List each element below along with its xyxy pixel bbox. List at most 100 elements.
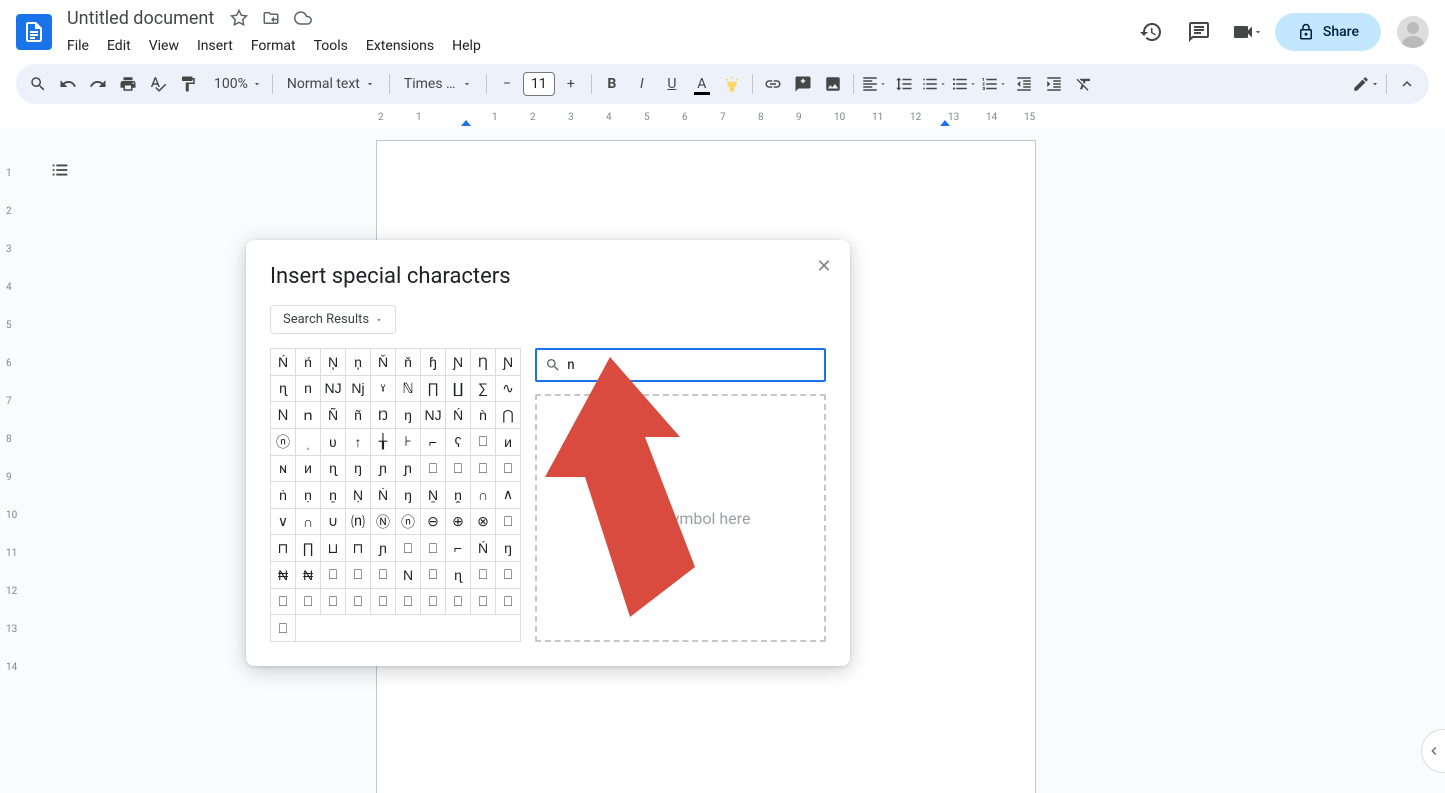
char-cell[interactable]: Ṇ xyxy=(346,482,371,509)
char-cell[interactable]: ⊓ xyxy=(271,535,296,562)
char-cell[interactable]: ņ xyxy=(346,349,371,376)
char-cell[interactable]: Ν xyxy=(396,562,421,589)
category-dropdown[interactable]: Search Results xyxy=(270,305,396,334)
char-cell[interactable]: ∐ xyxy=(446,375,471,402)
char-cell[interactable]: Ṉ xyxy=(421,482,446,509)
char-cell[interactable]: ⎕ xyxy=(471,428,496,455)
char-cell[interactable]: ⎕ xyxy=(496,508,521,535)
decrease-font-button[interactable]: − xyxy=(493,70,521,98)
ruler-vertical[interactable]: 1234567891011121314 xyxy=(4,128,20,793)
history-icon[interactable] xyxy=(1131,12,1171,52)
char-cell[interactable]: ŋ xyxy=(496,535,521,562)
highlight-button[interactable] xyxy=(718,70,746,98)
char-cell[interactable]: ⎕ xyxy=(321,562,346,589)
redo-button[interactable] xyxy=(84,70,112,98)
char-cell[interactable]: Ń xyxy=(271,349,296,376)
char-cell[interactable]: Ŋ xyxy=(371,402,396,429)
menu-extensions[interactable]: Extensions xyxy=(359,34,441,58)
char-cell[interactable]: Ɲ xyxy=(446,349,471,376)
styles-dropdown[interactable]: Normal text xyxy=(279,70,383,98)
search-field[interactable] xyxy=(567,358,816,373)
star-icon[interactable] xyxy=(225,4,253,32)
outline-button[interactable] xyxy=(42,152,78,188)
char-cell[interactable]: ⌐ xyxy=(446,535,471,562)
undo-button[interactable] xyxy=(54,70,82,98)
text-color-button[interactable]: A xyxy=(688,70,716,98)
docs-logo[interactable] xyxy=(16,14,52,50)
char-cell[interactable]: ⎕ xyxy=(396,535,421,562)
collapse-toolbar-button[interactable] xyxy=(1393,70,1421,98)
char-cell[interactable]: ǋ xyxy=(346,375,371,402)
char-cell[interactable]: ɳ xyxy=(446,562,471,589)
char-cell[interactable]: ɳ xyxy=(271,375,296,402)
char-cell[interactable]: Ņ xyxy=(321,349,346,376)
char-cell[interactable]: ⎕ xyxy=(421,455,446,482)
menu-tools[interactable]: Tools xyxy=(307,34,355,58)
menu-format[interactable]: Format xyxy=(244,34,303,58)
add-comment-button[interactable] xyxy=(789,70,817,98)
char-cell[interactable]: ɴ xyxy=(271,455,296,482)
char-cell[interactable]: ⎕ xyxy=(271,588,296,615)
numbered-list-button[interactable] xyxy=(980,70,1008,98)
menu-edit[interactable]: Edit xyxy=(100,34,138,58)
italic-button[interactable]: I xyxy=(628,70,656,98)
char-cell[interactable]: ⎕ xyxy=(421,562,446,589)
share-button[interactable]: Share xyxy=(1275,13,1381,51)
char-cell[interactable]: ⎕ xyxy=(446,455,471,482)
char-cell[interactable]: Ň xyxy=(371,349,396,376)
char-cell[interactable]: ⎕ xyxy=(496,588,521,615)
char-cell[interactable]: ŋ xyxy=(396,482,421,509)
menu-file[interactable]: File xyxy=(60,34,96,58)
editing-mode-button[interactable] xyxy=(1352,70,1380,98)
char-cell[interactable]: ɲ xyxy=(396,455,421,482)
comments-icon[interactable] xyxy=(1179,12,1219,52)
char-cell[interactable]: ↑ xyxy=(346,428,371,455)
char-cell[interactable]: ṅ xyxy=(271,482,296,509)
char-cell[interactable]: ∩ xyxy=(471,482,496,509)
char-cell[interactable]: ∏ xyxy=(421,375,446,402)
char-cell[interactable]: ǹ xyxy=(471,402,496,429)
align-button[interactable] xyxy=(860,70,888,98)
char-cell[interactable]: Ń xyxy=(471,535,496,562)
char-cell[interactable]: ⎕ xyxy=(296,588,321,615)
char-cell[interactable]: ṋ xyxy=(446,482,471,509)
increase-indent-button[interactable] xyxy=(1040,70,1068,98)
spellcheck-button[interactable] xyxy=(144,70,172,98)
bold-button[interactable]: B xyxy=(598,70,626,98)
char-cell[interactable]: и xyxy=(496,428,521,455)
zoom-dropdown[interactable]: 100% xyxy=(204,70,266,98)
char-cell[interactable]: ⋂ xyxy=(496,402,521,429)
char-cell[interactable]: ∧ xyxy=(496,482,521,509)
char-cell[interactable]: ṇ xyxy=(296,482,321,509)
char-cell[interactable]: ñ xyxy=(346,402,371,429)
char-cell[interactable]: Ñ xyxy=(321,402,346,429)
char-cell[interactable]: ň xyxy=(396,349,421,376)
char-cell[interactable]: ⎕ xyxy=(471,455,496,482)
char-cell[interactable]: ｎ xyxy=(296,402,321,429)
char-cell[interactable]: ⎕ xyxy=(396,588,421,615)
char-cell[interactable]: ₦ xyxy=(271,562,296,589)
close-icon[interactable]: ✕ xyxy=(812,254,836,278)
char-cell[interactable]: ʋ xyxy=(321,428,346,455)
search-input[interactable] xyxy=(535,348,826,382)
char-cell[interactable]: ⊗ xyxy=(471,508,496,535)
char-cell[interactable]: ʕ xyxy=(446,428,471,455)
paint-format-button[interactable] xyxy=(174,70,202,98)
char-cell[interactable]: n xyxy=(296,375,321,402)
char-cell[interactable]: ∪ xyxy=(321,508,346,535)
insert-image-button[interactable] xyxy=(819,70,847,98)
char-cell[interactable]: ⌐ xyxy=(421,428,446,455)
char-cell[interactable]: ∩ xyxy=(296,508,321,535)
char-cell[interactable]: Ń xyxy=(446,402,471,429)
char-cell[interactable]: ɧ xyxy=(421,349,446,376)
char-cell[interactable]: Ǌ xyxy=(421,402,446,429)
char-cell[interactable]: ⎕ xyxy=(446,588,471,615)
char-cell[interactable]: ⊔ xyxy=(321,535,346,562)
char-cell[interactable]: ⎕ xyxy=(496,562,521,589)
char-cell[interactable]: Ɲ xyxy=(496,349,521,376)
char-cell[interactable]: Ǌ xyxy=(321,375,346,402)
line-spacing-button[interactable] xyxy=(890,70,918,98)
bulleted-list-button[interactable] xyxy=(950,70,978,98)
user-avatar[interactable] xyxy=(1397,16,1429,48)
menu-insert[interactable]: Insert xyxy=(190,34,240,58)
